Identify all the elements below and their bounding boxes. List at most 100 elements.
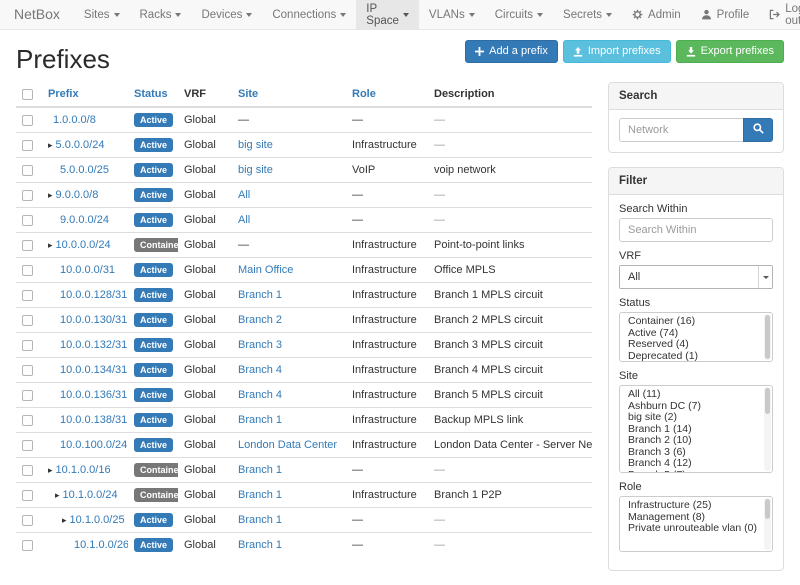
column-header-site[interactable]: Site — [232, 82, 346, 107]
site-link[interactable]: Branch 1 — [238, 514, 282, 526]
site-link[interactable]: Branch 4 — [238, 389, 282, 401]
nav-item-label: Sites — [84, 9, 110, 21]
filter-option[interactable]: Branch 5 (7) — [620, 469, 772, 474]
filter-option[interactable]: Private unrouteable vlan (0) — [620, 522, 772, 534]
filter-option[interactable]: Reserved (4) — [620, 338, 772, 350]
site-link[interactable]: Branch 1 — [238, 464, 282, 476]
nav-item-admin[interactable]: Admin — [622, 0, 691, 29]
filter-option[interactable]: Branch 2 (10) — [620, 434, 772, 446]
row-checkbox[interactable] — [22, 365, 33, 376]
nav-item-connections[interactable]: Connections — [262, 0, 356, 29]
row-checkbox[interactable] — [22, 440, 33, 451]
site-link[interactable]: Branch 4 — [238, 364, 282, 376]
filter-option[interactable]: Management (8) — [620, 511, 772, 523]
site-link[interactable]: Branch 1 — [238, 414, 282, 426]
row-checkbox[interactable] — [22, 340, 33, 351]
search-input[interactable] — [619, 118, 743, 142]
site-link[interactable]: London Data Center — [238, 439, 337, 451]
prefix-link[interactable]: 10.1.0.0/25 — [70, 514, 125, 526]
prefix-link[interactable]: 5.0.0.0/25 — [60, 164, 109, 176]
filter-option[interactable]: Container (16) — [620, 315, 772, 327]
nav-item-devices[interactable]: Devices — [191, 0, 262, 29]
prefix-link[interactable]: 10.0.0.132/31 — [60, 339, 127, 351]
filter-option[interactable]: Ashburn DC (7) — [620, 400, 772, 412]
site-link[interactable]: Main Office — [238, 264, 293, 276]
filter-option[interactable]: Active (74) — [620, 327, 772, 339]
prefix-link[interactable]: 10.0.100.0/24 — [60, 439, 127, 451]
filter-option[interactable]: Branch 1 (14) — [620, 423, 772, 435]
site-link[interactable]: Branch 3 — [238, 339, 282, 351]
row-checkbox[interactable] — [22, 140, 33, 151]
nav-item-secrets[interactable]: Secrets — [553, 0, 622, 29]
row-checkbox[interactable] — [22, 240, 33, 251]
prefix-link[interactable]: 10.0.0.130/31 — [60, 314, 127, 326]
site-link[interactable]: Branch 1 — [238, 289, 282, 301]
row-checkbox[interactable] — [22, 315, 33, 326]
role-filter-list[interactable]: Infrastructure (25) Management (8) Priva… — [619, 496, 773, 552]
filter-option[interactable]: Branch 4 (12) — [620, 457, 772, 469]
export-prefixes-button[interactable]: Export prefixes — [676, 40, 784, 63]
nav-item-logout[interactable]: Log out — [759, 0, 800, 29]
status-cell: Active — [128, 183, 178, 208]
table-row: 10.0.0.138/31 Active Global Branch 1 Inf… — [16, 408, 592, 433]
column-header-prefix[interactable]: Prefix — [42, 82, 128, 107]
import-prefixes-button[interactable]: Import prefixes — [563, 40, 671, 63]
site-link[interactable]: All — [238, 214, 250, 226]
site-filter-list[interactable]: All (11) Ashburn DC (7) big site (2) Bra… — [619, 385, 773, 473]
scrollbar[interactable] — [764, 314, 771, 360]
filter-option[interactable]: All (11) — [620, 388, 772, 400]
column-header-role[interactable]: Role — [346, 82, 428, 107]
site-link[interactable]: Branch 2 — [238, 314, 282, 326]
select-all-checkbox[interactable] — [22, 89, 33, 100]
nav-item-ip-space[interactable]: IP Space — [356, 0, 419, 29]
site-link[interactable]: Branch 1 — [238, 489, 282, 501]
row-checkbox[interactable] — [22, 115, 33, 126]
filter-option[interactable]: Infrastructure (25) — [620, 499, 772, 511]
prefix-link[interactable]: 10.0.0.0/31 — [60, 264, 115, 276]
row-checkbox[interactable] — [22, 165, 33, 176]
prefix-link[interactable]: 9.0.0.0/8 — [56, 189, 99, 201]
row-checkbox[interactable] — [22, 215, 33, 226]
row-checkbox[interactable] — [22, 190, 33, 201]
prefix-link[interactable]: 10.0.0.134/31 — [60, 364, 127, 376]
prefix-link[interactable]: 10.1.0.0/24 — [63, 489, 118, 501]
prefix-link[interactable]: 10.1.0.0/26 — [74, 539, 128, 551]
search-button[interactable] — [743, 118, 773, 142]
nav-item-circuits[interactable]: Circuits — [485, 0, 553, 29]
vrf-select[interactable]: All — [619, 265, 773, 289]
row-checkbox[interactable] — [22, 515, 33, 526]
site-link[interactable]: Branch 1 — [238, 539, 282, 551]
site-link[interactable]: big site — [238, 139, 273, 151]
prefix-link[interactable]: 9.0.0.0/24 — [60, 214, 109, 226]
nav-item-racks[interactable]: Racks — [130, 0, 192, 29]
filter-option[interactable]: Branch 3 (6) — [620, 446, 772, 458]
filter-option[interactable]: big site (2) — [620, 411, 772, 423]
search-within-input[interactable] — [619, 218, 773, 242]
row-checkbox[interactable] — [22, 540, 33, 551]
row-checkbox[interactable] — [22, 390, 33, 401]
filter-option[interactable]: Deprecated (1) — [620, 350, 772, 362]
prefix-link[interactable]: 10.0.0.128/31 — [60, 289, 127, 301]
prefix-link[interactable]: 10.1.0.0/16 — [56, 464, 111, 476]
row-checkbox[interactable] — [22, 415, 33, 426]
site-link[interactable]: All — [238, 189, 250, 201]
row-checkbox[interactable] — [22, 290, 33, 301]
nav-item-vlans[interactable]: VLANs — [419, 0, 485, 29]
nav-item-profile[interactable]: Profile — [691, 0, 760, 29]
app-logo[interactable]: NetBox — [0, 0, 74, 29]
scrollbar[interactable] — [764, 387, 771, 471]
prefix-link[interactable]: 5.0.0.0/24 — [56, 139, 105, 151]
prefix-link[interactable]: 1.0.0.0/8 — [53, 114, 96, 126]
row-checkbox[interactable] — [22, 465, 33, 476]
add-prefix-button[interactable]: Add a prefix — [465, 40, 558, 63]
site-link[interactable]: big site — [238, 164, 273, 176]
prefix-link[interactable]: 10.0.0.138/31 — [60, 414, 127, 426]
scrollbar[interactable] — [764, 498, 771, 550]
nav-item-sites[interactable]: Sites — [74, 0, 130, 29]
row-checkbox[interactable] — [22, 490, 33, 501]
prefix-link[interactable]: 10.0.0.0/24 — [56, 239, 111, 251]
prefix-link[interactable]: 10.0.0.136/31 — [60, 389, 127, 401]
status-filter-list[interactable]: Container (16) Active (74) Reserved (4) … — [619, 312, 773, 362]
column-header-status[interactable]: Status — [128, 82, 178, 107]
row-checkbox[interactable] — [22, 265, 33, 276]
